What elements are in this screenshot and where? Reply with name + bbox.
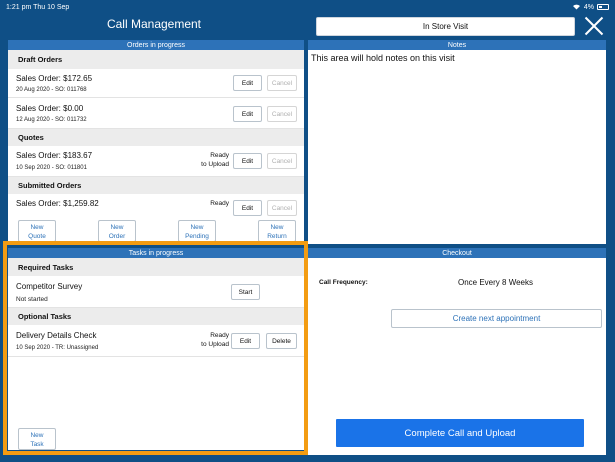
list-item[interactable]: Sales Order: $183.67 10 Sep 2020 - SO: 0…	[8, 146, 304, 177]
order-title: Sales Order: $172.65	[16, 74, 93, 83]
task-title: Delivery Details Check	[16, 331, 97, 340]
call-frequency-value: Once Every 8 Weeks	[458, 278, 533, 287]
order-title: Sales Order: $183.67	[16, 151, 93, 160]
section-submitted-orders: Submitted Orders	[8, 177, 304, 194]
start-button[interactable]: Start	[231, 284, 260, 300]
order-title: Sales Order: $1,259.82	[16, 199, 99, 208]
checkout-panel-title: Checkout	[308, 248, 606, 258]
cancel-button[interactable]: Cancel	[267, 200, 297, 216]
page-title: Call Management	[106, 17, 202, 31]
notes-panel: Notes This area will hold notes on this …	[308, 40, 606, 244]
order-subtitle: 12 Aug 2020 - SO: 011732	[16, 117, 87, 123]
new-quote-button[interactable]: New Quote	[18, 220, 56, 242]
status-time: 1:21 pm Thu 10 Sep	[6, 3, 70, 11]
battery-icon	[597, 4, 609, 10]
cancel-button[interactable]: Cancel	[267, 153, 297, 169]
list-item[interactable]: Delivery Details Check 10 Sep 2020 - TR:…	[8, 325, 304, 357]
edit-button[interactable]: Edit	[233, 106, 262, 122]
edit-button[interactable]: Edit	[233, 75, 262, 91]
notes-panel-title: Notes	[308, 40, 606, 50]
new-order-button[interactable]: New Order	[98, 220, 136, 242]
list-item[interactable]: Competitor Survey Not started Start	[8, 276, 304, 308]
new-return-button[interactable]: New Return	[258, 220, 296, 242]
edit-button[interactable]: Edit	[233, 200, 262, 216]
notes-text[interactable]: This area will hold notes on this visit	[311, 53, 455, 63]
delete-button[interactable]: Delete	[266, 333, 297, 349]
list-item[interactable]: Sales Order: $1,259.82 Ready Edit Cancel	[8, 194, 304, 216]
orders-panel: Orders in progress Draft Orders Sales Or…	[8, 40, 304, 244]
task-subtitle: Not started	[16, 296, 48, 303]
order-subtitle: 20 Aug 2020 - SO: 011768	[16, 87, 87, 93]
list-item[interactable]: Sales Order: $0.00 12 Aug 2020 - SO: 011…	[8, 98, 304, 129]
upload-status: Ready to Upload	[201, 332, 229, 348]
section-draft-orders: Draft Orders	[8, 50, 304, 69]
edit-button[interactable]: Edit	[231, 333, 260, 349]
orders-panel-title: Orders in progress	[8, 40, 304, 50]
task-subtitle: 10 Sep 2020 - TR: Unassigned	[16, 345, 99, 351]
upload-status: Ready	[210, 200, 229, 207]
list-item[interactable]: Sales Order: $172.65 20 Aug 2020 - SO: 0…	[8, 69, 304, 98]
battery-percent: 4%	[583, 3, 594, 11]
visit-type-selector[interactable]: In Store Visit	[316, 17, 575, 36]
status-indicators: 4%	[572, 3, 609, 12]
wifi-icon	[572, 3, 581, 12]
create-appointment-button[interactable]: Create next appointment	[391, 309, 602, 328]
status-bar: 1:21 pm Thu 10 Sep 4%	[0, 0, 615, 14]
order-subtitle: 10 Sep 2020 - SO: 011801	[16, 165, 87, 171]
new-task-button[interactable]: New Task	[18, 428, 56, 450]
tasks-panel: Tasks in progress Required Tasks Competi…	[8, 248, 304, 450]
cancel-button[interactable]: Cancel	[267, 75, 297, 91]
order-title: Sales Order: $0.00	[16, 104, 84, 113]
task-title: Competitor Survey	[16, 282, 83, 291]
call-frequency-label: Call Frequency:	[319, 279, 368, 286]
upload-status: Ready to Upload	[201, 152, 229, 168]
new-pending-button[interactable]: New Pending	[178, 220, 216, 242]
section-required-tasks: Required Tasks	[8, 258, 304, 276]
cancel-button[interactable]: Cancel	[267, 106, 297, 122]
tasks-panel-title: Tasks in progress	[8, 248, 304, 258]
close-icon[interactable]	[584, 16, 604, 36]
complete-call-button[interactable]: Complete Call and Upload	[336, 419, 584, 447]
checkout-panel: Checkout Call Frequency: Once Every 8 We…	[308, 248, 606, 455]
section-optional-tasks: Optional Tasks	[8, 308, 304, 325]
section-quotes: Quotes	[8, 129, 304, 146]
edit-button[interactable]: Edit	[233, 153, 262, 169]
